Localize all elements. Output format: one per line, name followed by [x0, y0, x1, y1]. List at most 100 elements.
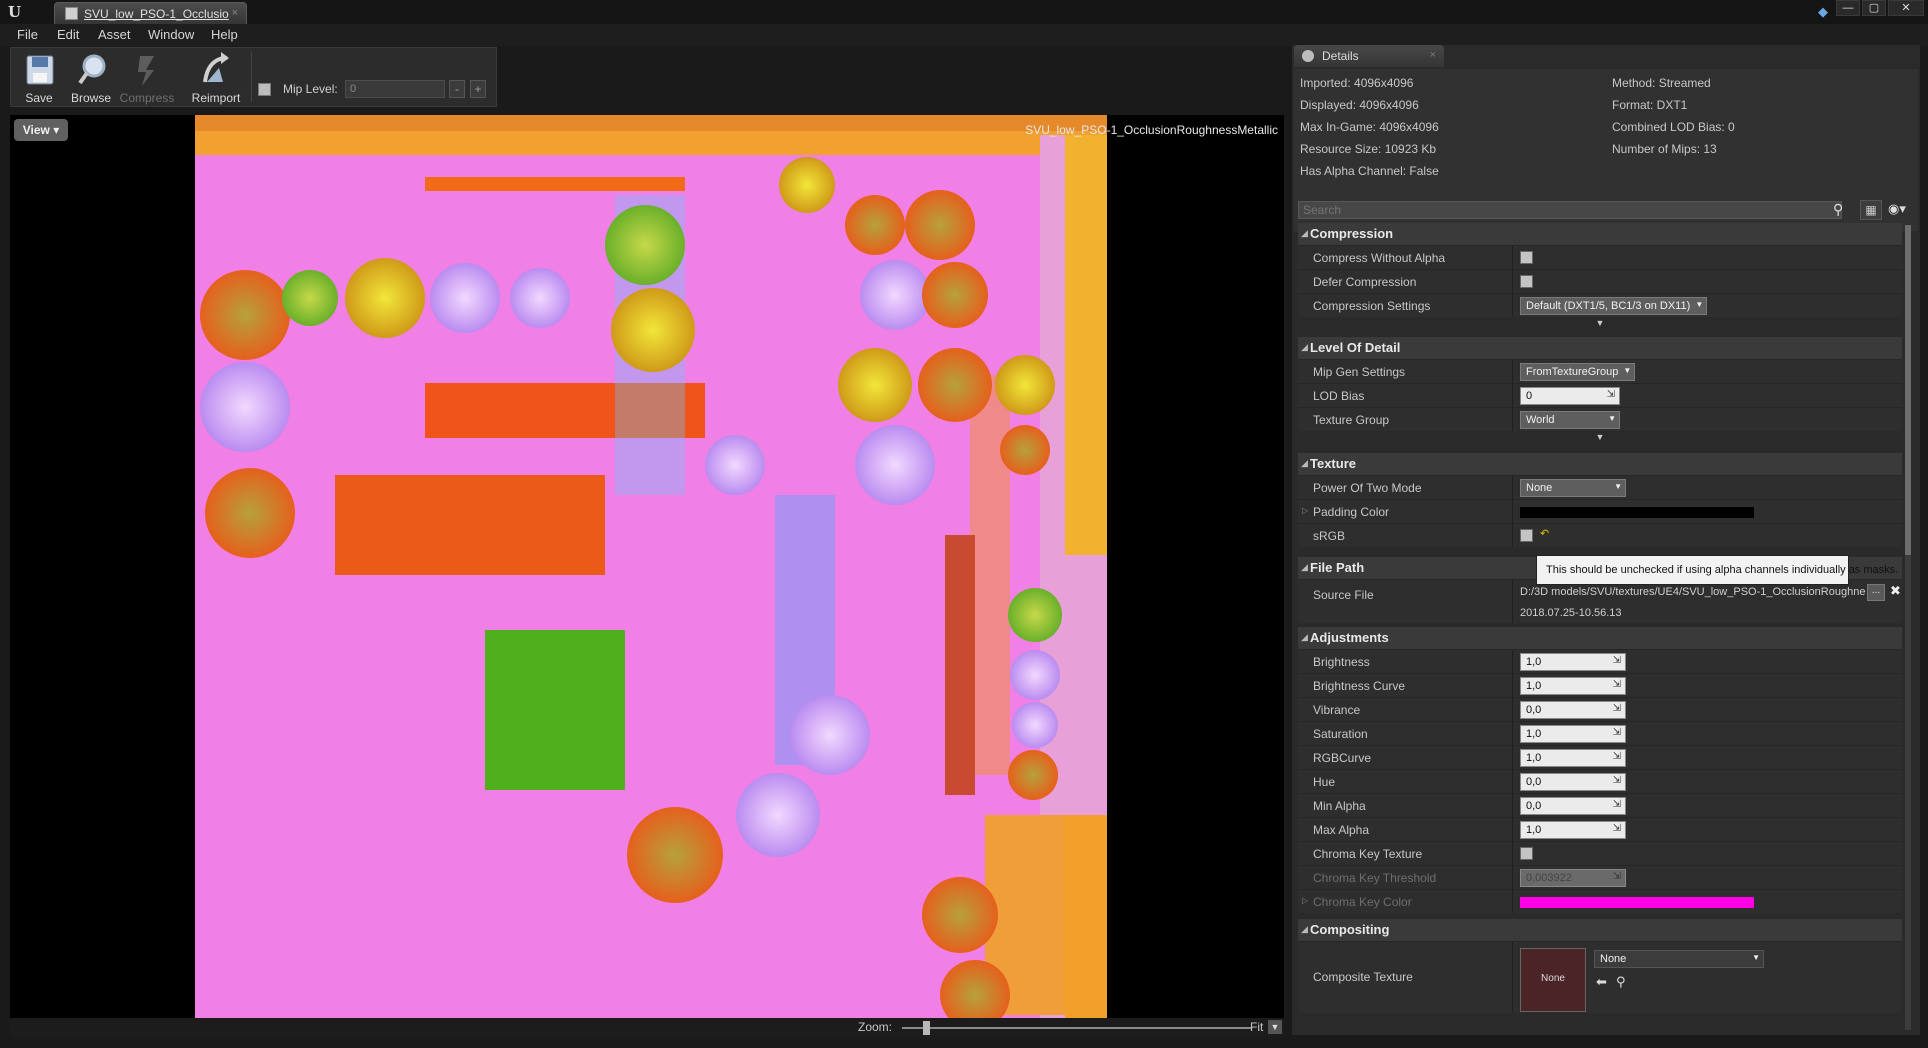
zoom-slider-track[interactable]: [902, 1027, 1252, 1029]
row-chroma-key-texture: Chroma Key Texture: [1298, 841, 1902, 865]
minimize-button[interactable]: —: [1836, 0, 1860, 16]
category-level-of-detail[interactable]: ◢ Level Of Detail: [1298, 337, 1902, 359]
mip-gen-settings-dropdown[interactable]: FromTextureGroup: [1520, 363, 1636, 381]
property-label: LOD Bias: [1313, 389, 1365, 403]
column-divider: [1512, 890, 1513, 913]
compression-settings-dropdown[interactable]: Default (DXT1/5, BC1/3 on DX11): [1520, 297, 1708, 315]
details-scrollbar[interactable]: [1905, 225, 1911, 1030]
category-compression[interactable]: ◢ Compression: [1298, 223, 1902, 245]
toolbar: Save Browse Compress Reimport Mip Level:…: [10, 47, 497, 107]
compress-label: Compress: [119, 91, 175, 105]
compress-button[interactable]: Compress: [117, 50, 177, 106]
hue-input[interactable]: 0,0: [1520, 773, 1626, 791]
browse-to-asset-icon[interactable]: ⚲: [1616, 974, 1626, 990]
column-divider: [1512, 794, 1513, 817]
title-bar: U SVU_low_PSO-1_Occlusio × ◆ — ▢ ✕: [0, 0, 1928, 24]
chroma-key-color-swatch[interactable]: [1520, 897, 1754, 908]
property-label: Vibrance: [1313, 703, 1361, 717]
details-tab[interactable]: Details ×: [1294, 45, 1444, 67]
property-matrix-icon[interactable]: ▦: [1860, 200, 1882, 220]
rgb-curve-input[interactable]: 1,0: [1520, 749, 1626, 767]
composite-texture-thumbnail[interactable]: None: [1520, 948, 1586, 1012]
view-menu-button[interactable]: View ▾: [14, 119, 68, 141]
collapse-triangle-icon: ◢: [1301, 924, 1308, 934]
info-lod-bias: Combined LOD Bias: 0: [1612, 120, 1735, 134]
column-divider: [1512, 246, 1513, 269]
column-divider: [1512, 818, 1513, 841]
property-label: Brightness Curve: [1313, 679, 1406, 693]
expand-triangle-icon[interactable]: ▷: [1302, 506, 1308, 515]
compress-without-alpha-checkbox[interactable]: [1520, 251, 1533, 264]
visibility-eye-icon[interactable]: ◉▾: [1888, 201, 1906, 217]
chroma-key-threshold-input[interactable]: 0,003922: [1520, 869, 1626, 887]
defer-compression-checkbox[interactable]: [1520, 275, 1533, 288]
search-icon[interactable]: ⚲: [1833, 201, 1849, 217]
chroma-key-texture-checkbox[interactable]: [1520, 847, 1533, 860]
composite-texture-dropdown[interactable]: None: [1594, 950, 1764, 968]
lod-bias-input[interactable]: 0: [1520, 387, 1620, 405]
expand-triangle-icon[interactable]: ▷: [1302, 896, 1308, 905]
category-compositing[interactable]: ◢ Compositing: [1298, 919, 1902, 941]
zoom-dropdown-icon[interactable]: ▼: [1268, 1020, 1282, 1034]
tab-close-icon[interactable]: ×: [232, 7, 238, 19]
texture-group-dropdown[interactable]: World: [1520, 411, 1620, 429]
mip-increment-button[interactable]: +: [470, 80, 486, 98]
info-displayed: Displayed: 4096x4096: [1300, 98, 1419, 112]
close-window-button[interactable]: ✕: [1888, 0, 1924, 16]
notification-icon[interactable]: ◆: [1818, 4, 1834, 19]
vibrance-input[interactable]: 0,0: [1520, 701, 1626, 719]
advanced-expand-icon[interactable]: ▼: [1298, 318, 1902, 330]
category-label: Adjustments: [1310, 630, 1389, 645]
row-mip-gen-settings: Mip Gen Settings FromTextureGroup: [1298, 359, 1902, 383]
menu-edit[interactable]: Edit: [57, 27, 79, 42]
category-adjustments[interactable]: ◢ Adjustments: [1298, 627, 1902, 649]
scrollbar-thumb[interactable]: [1905, 225, 1911, 555]
mip-level-checkbox[interactable]: [258, 83, 271, 96]
details-search-input[interactable]: [1298, 201, 1842, 219]
category-label: Texture: [1310, 456, 1356, 471]
texture-viewport[interactable]: View ▾ SVU_low_PSO-1_OcclusionRoughnessM…: [10, 115, 1284, 1018]
row-vibrance: Vibrance 0,0: [1298, 697, 1902, 721]
brightness-curve-input[interactable]: 1,0: [1520, 677, 1626, 695]
reimport-button[interactable]: Reimport: [185, 50, 247, 106]
brightness-input[interactable]: 1,0: [1520, 653, 1626, 671]
property-label: Texture Group: [1313, 413, 1390, 427]
menu-asset[interactable]: Asset: [98, 27, 131, 42]
reset-to-default-icon[interactable]: ↶: [1540, 527, 1549, 540]
min-alpha-input[interactable]: 0,0: [1520, 797, 1626, 815]
document-tab-label: SVU_low_PSO-1_Occlusio: [84, 7, 229, 21]
column-divider: [1512, 842, 1513, 865]
category-label: Compositing: [1310, 922, 1390, 937]
browse-file-button[interactable]: ...: [1867, 584, 1885, 601]
property-label: Compress Without Alpha: [1313, 251, 1446, 265]
saturation-input[interactable]: 1,0: [1520, 725, 1626, 743]
menu-window[interactable]: Window: [148, 27, 194, 42]
thumbnail-label: None: [1541, 973, 1565, 984]
property-label: Defer Compression: [1313, 275, 1417, 289]
mip-level-input[interactable]: 0: [345, 80, 445, 98]
power-of-two-mode-dropdown[interactable]: None: [1520, 479, 1626, 497]
zoom-slider-thumb[interactable]: [923, 1021, 930, 1035]
tab-close-icon[interactable]: ×: [1430, 49, 1436, 61]
info-num-mips: Number of Mips: 13: [1612, 142, 1717, 156]
document-tab[interactable]: SVU_low_PSO-1_Occlusio ×: [54, 2, 247, 24]
row-hue: Hue 0,0: [1298, 769, 1902, 793]
save-button[interactable]: Save: [13, 50, 65, 106]
menu-file[interactable]: File: [17, 27, 38, 42]
column-divider: [1512, 500, 1513, 523]
menu-help[interactable]: Help: [211, 27, 238, 42]
maximize-button[interactable]: ▢: [1862, 0, 1886, 16]
max-alpha-input[interactable]: 1,0: [1520, 821, 1626, 839]
srgb-checkbox[interactable]: [1520, 529, 1533, 542]
use-selected-arrow-icon[interactable]: ⬅: [1596, 974, 1607, 990]
category-texture[interactable]: ◢ Texture: [1298, 453, 1902, 475]
mip-decrement-button[interactable]: -: [449, 80, 465, 98]
row-chroma-key-color: ▷ Chroma Key Color: [1298, 889, 1902, 913]
browse-button[interactable]: Browse: [65, 50, 117, 106]
clear-source-icon[interactable]: ✖: [1890, 583, 1901, 599]
row-saturation: Saturation 1,0: [1298, 721, 1902, 745]
reimport-icon: [203, 52, 229, 83]
info-resource-size: Resource Size: 10923 Kb: [1300, 142, 1437, 156]
advanced-expand-icon[interactable]: ▼: [1298, 432, 1902, 444]
padding-color-swatch[interactable]: [1520, 507, 1754, 518]
